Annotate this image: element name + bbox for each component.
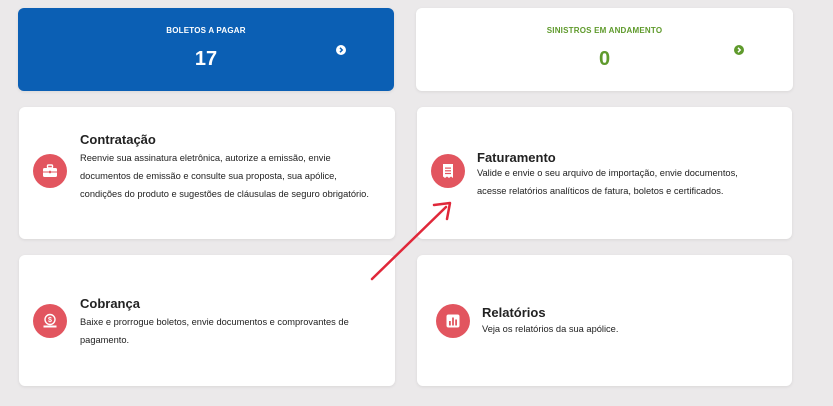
faturamento-description: Valide e envie o seu arquivo de importaç… xyxy=(477,168,738,196)
contratacao-card[interactable]: Contratação Reenvie sua assinatura eletr… xyxy=(19,107,395,239)
sinistros-em-andamento-card[interactable]: SINISTROS EM ANDAMENTO 0 xyxy=(416,8,793,91)
boletos-a-pagar-card[interactable]: BOLETOS A PAGAR 17 xyxy=(18,8,394,91)
relatorios-title: Relatórios xyxy=(482,305,546,320)
cobranca-description: Baixe e prorrogue boletos, envie documen… xyxy=(80,317,349,345)
contratacao-description: Reenvie sua assinatura eletrônica, autor… xyxy=(80,153,369,199)
chevron-right-icon[interactable] xyxy=(336,45,346,55)
briefcase-icon xyxy=(33,154,67,188)
contratacao-title: Contratação xyxy=(80,132,156,147)
svg-text:$: $ xyxy=(48,317,52,324)
relatorios-card[interactable]: Relatórios Veja os relatórios da sua apó… xyxy=(417,255,792,386)
faturamento-title: Faturamento xyxy=(477,150,556,165)
bar-chart-icon xyxy=(436,304,470,338)
chevron-right-icon[interactable] xyxy=(734,45,744,55)
sinistros-em-andamento-title: SINISTROS EM ANDAMENTO xyxy=(546,26,663,35)
money-icon: $ xyxy=(33,304,67,338)
document-icon xyxy=(431,154,465,188)
relatorios-description: Veja os relatórios da sua apólice. xyxy=(482,324,619,334)
faturamento-card[interactable]: Faturamento Valide e envie o seu arquivo… xyxy=(417,107,792,239)
cobranca-title: Cobrança xyxy=(80,296,140,311)
boletos-a-pagar-title: BOLETOS A PAGAR xyxy=(166,26,246,35)
cobranca-card[interactable]: $ Cobrança Baixe e prorrogue boletos, en… xyxy=(19,255,395,386)
